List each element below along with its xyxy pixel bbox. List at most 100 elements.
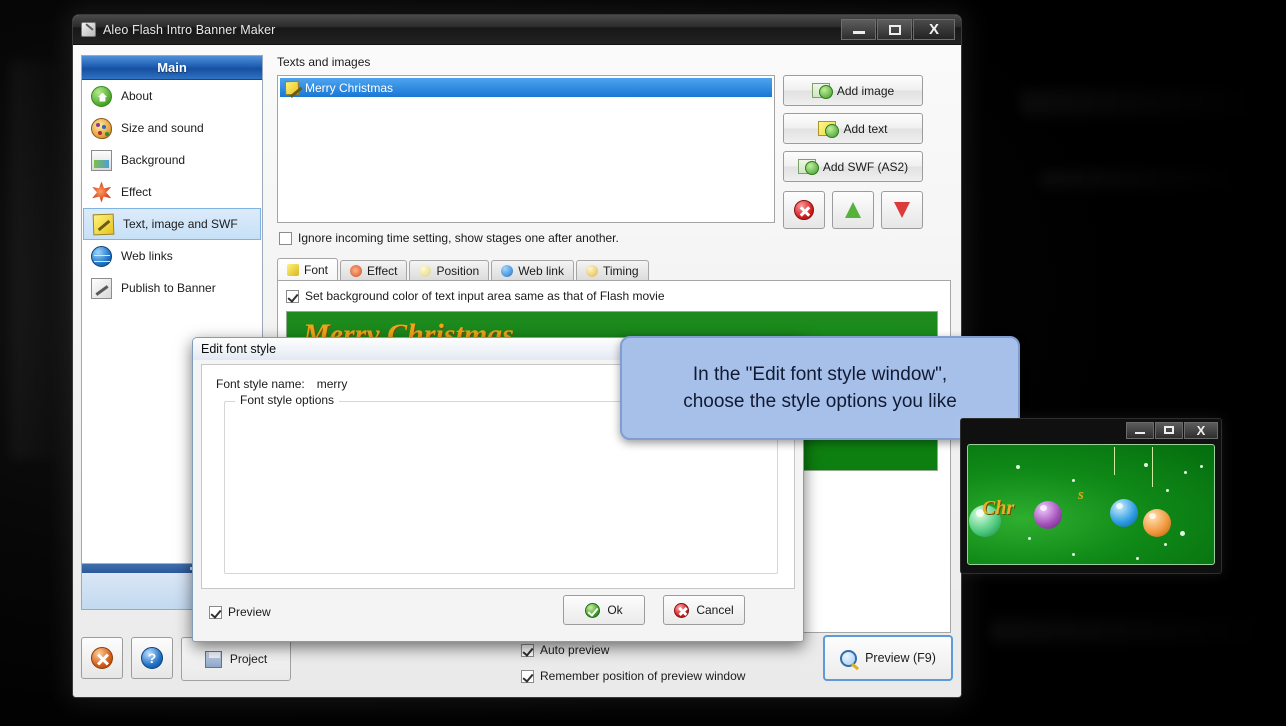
tab-effect[interactable]: Effect <box>340 260 408 280</box>
sidebar-item-text-image-and-swf[interactable]: Text, image and SWF <box>83 208 261 240</box>
window-controls: X <box>841 19 955 40</box>
texts-and-images-label: Texts and images <box>277 55 371 69</box>
star-dot <box>1072 479 1075 482</box>
tab-position[interactable]: Position <box>409 260 490 280</box>
font-icon <box>287 263 299 276</box>
preview-maximize-button[interactable] <box>1155 421 1183 439</box>
sidebar-item-web-links[interactable]: Web links <box>82 240 262 272</box>
list-item[interactable]: Merry Christmas <box>280 78 772 97</box>
tab-label: Timing <box>602 263 639 278</box>
sidebar-item-background[interactable]: Background <box>82 144 262 176</box>
preview-stage[interactable]: Chr s <box>967 444 1215 565</box>
tab-label: Font <box>304 262 329 277</box>
star-dot <box>1144 463 1148 467</box>
ok-icon <box>585 602 601 618</box>
globe-icon <box>91 245 112 267</box>
sidebar-item-label: Publish to Banner <box>121 281 216 295</box>
publish-icon <box>91 277 112 299</box>
save-icon <box>204 650 222 668</box>
ignore-timing-checkbox[interactable]: Ignore incoming time setting, show stage… <box>279 231 619 245</box>
font-style-name-label: Font style name: <box>216 377 305 391</box>
sidebar-item-size-and-sound[interactable]: Size and sound <box>82 112 262 144</box>
window-title: Aleo Flash Intro Banner Maker <box>103 22 276 37</box>
app-icon <box>81 22 96 37</box>
tab-font[interactable]: Font <box>277 258 339 280</box>
add-swf-button[interactable]: Add SWF (AS2) <box>783 151 923 182</box>
sidebar-item-label: Effect <box>121 185 152 199</box>
tab-label: Web link <box>518 263 564 278</box>
remember-position-checkbox[interactable]: Remember position of preview window <box>521 669 745 683</box>
add-text-button[interactable]: Add text <box>783 113 923 144</box>
star-dot <box>1184 471 1187 474</box>
dialog-preview-checkbox[interactable]: Preview <box>209 605 271 619</box>
dialog-preview-label: Preview <box>228 605 271 619</box>
backdrop-streak <box>1020 90 1260 116</box>
backdrop-streak <box>10 60 70 460</box>
project-button[interactable]: Project <box>181 637 291 681</box>
font-style-options-legend: Font style options <box>235 393 340 407</box>
sidebar-header: Main <box>82 56 262 80</box>
exit-button[interactable] <box>81 637 123 679</box>
backdrop-streak <box>990 620 1270 642</box>
minimize-icon <box>1135 431 1145 434</box>
ok-button[interactable]: Ok <box>563 595 645 625</box>
preview-window-title-bar: X <box>961 419 1221 441</box>
exit-icon <box>91 647 113 669</box>
picture-icon <box>91 149 112 171</box>
star-dot <box>1166 489 1169 492</box>
home-icon <box>91 85 112 107</box>
effect-icon <box>350 264 363 277</box>
ornament-string <box>1114 447 1115 475</box>
tab-timing[interactable]: Timing <box>575 260 649 280</box>
sidebar-item-label: Size and sound <box>121 121 204 135</box>
cancel-icon <box>674 602 690 618</box>
project-label: Project <box>229 652 268 666</box>
delete-icon <box>794 200 814 220</box>
remember-position-label: Remember position of preview window <box>540 669 746 683</box>
add-image-button[interactable]: Add image <box>783 75 923 106</box>
preview-stage-text: Chr <box>982 497 1015 519</box>
move-down-button[interactable] <box>881 191 923 229</box>
callout-line-1: In the "Edit font style window", <box>692 364 948 385</box>
add-text-label: Add text <box>843 121 888 136</box>
cancel-button[interactable]: Cancel <box>663 595 745 625</box>
add-swf-label: Add SWF (AS2) <box>822 159 909 174</box>
tab-web-link[interactable]: Web link <box>491 260 574 280</box>
preview-button[interactable]: Preview (F9) <box>823 635 953 681</box>
auto-preview-checkbox[interactable]: Auto preview <box>521 643 609 657</box>
minimize-button[interactable] <box>841 19 876 40</box>
add-text-icon <box>818 121 840 138</box>
sidebar-item-publish-to-banner[interactable]: Publish to Banner <box>82 272 262 304</box>
pencil-icon <box>92 213 115 235</box>
star-dot <box>1028 537 1031 540</box>
add-image-label: Add image <box>836 83 895 98</box>
ornament-orange <box>1143 509 1171 537</box>
text-item-icon <box>284 80 300 95</box>
star-dot <box>1016 465 1020 469</box>
sidebar-item-about[interactable]: About <box>82 80 262 112</box>
checkbox-box <box>521 643 534 657</box>
preview-close-button[interactable]: X <box>1184 421 1218 439</box>
font-style-name-row: Font style name: merry <box>216 377 347 391</box>
move-up-button[interactable] <box>832 191 874 229</box>
magnifier-icon <box>840 649 858 667</box>
palette-icon <box>91 117 112 139</box>
texts-and-images-list[interactable]: Merry Christmas <box>277 75 775 223</box>
position-icon <box>419 264 432 277</box>
star-dot <box>1180 531 1185 536</box>
preview-minimize-button[interactable] <box>1126 421 1154 439</box>
add-image-icon <box>811 83 833 99</box>
weblink-icon <box>501 264 514 277</box>
ignore-timing-label: Ignore incoming time setting, show stage… <box>298 231 619 245</box>
star-dot <box>1136 557 1139 560</box>
set-background-color-checkbox[interactable]: Set background color of text input area … <box>286 289 665 303</box>
delete-item-button[interactable] <box>783 191 825 229</box>
checkbox-box <box>209 605 222 619</box>
sidebar-item-effect[interactable]: Effect <box>82 176 262 208</box>
maximize-icon <box>888 24 901 35</box>
help-button[interactable]: ? <box>131 637 173 679</box>
tab-label: Effect <box>367 263 398 278</box>
close-button[interactable]: X <box>913 19 955 40</box>
firework-icon <box>92 181 112 203</box>
maximize-button[interactable] <box>877 19 912 40</box>
